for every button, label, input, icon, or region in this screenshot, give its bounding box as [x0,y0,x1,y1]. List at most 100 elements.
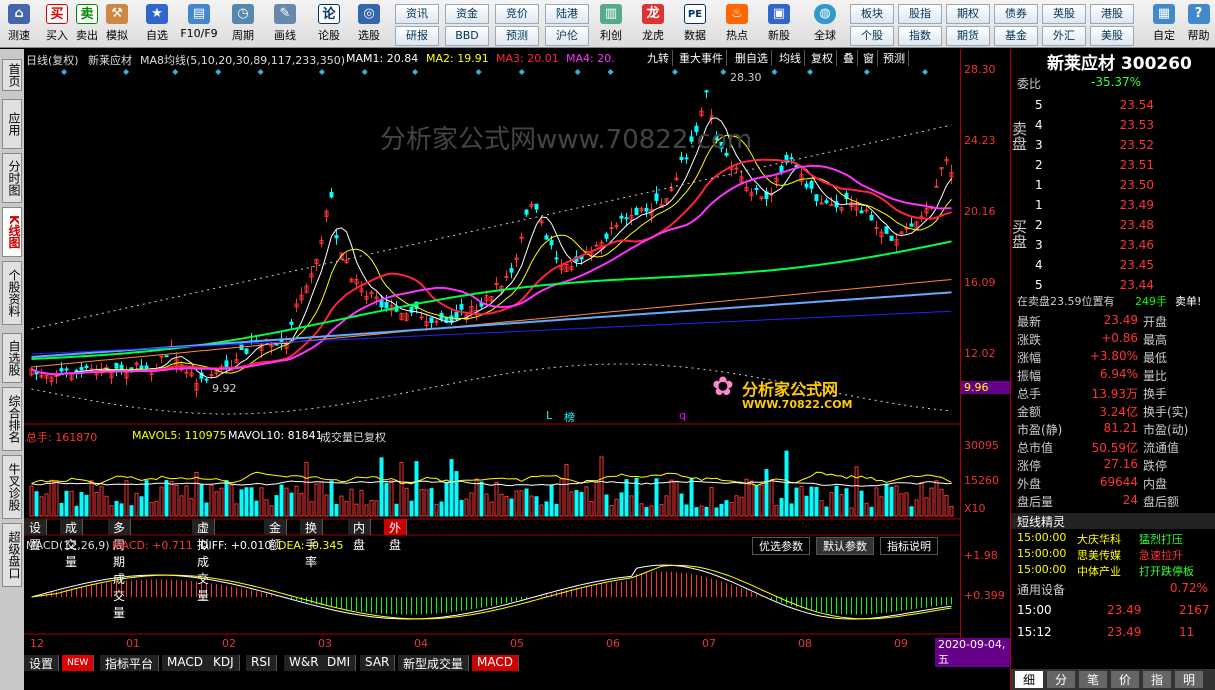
sub-tab-2[interactable]: 多周期成交量 [108,519,132,620]
short-line-item[interactable]: 15:00:00 大庆华科 猛烈打压 [1011,531,1215,548]
help-button[interactable]: ? 帮助 [1182,2,1215,46]
bid-row[interactable]: 2 23.48 [1011,218,1215,235]
bid-row[interactable]: 1 23.49 [1011,198,1215,215]
lichuang-button[interactable]: ▥ 利创 [592,2,630,46]
research-button[interactable]: 研报 [395,26,439,46]
candle-body [419,316,424,319]
tab-home[interactable]: 首页 [2,59,22,91]
indicator-tab-5[interactable]: RSI [246,655,277,671]
tab-stock-profile[interactable]: 个股资料 [2,261,22,325]
chart-btn-1[interactable]: 重大事件 [676,50,727,66]
options-button[interactable]: 期权 [946,4,990,24]
panel-tab-4[interactable]: 指 [1143,671,1171,688]
discuss-button[interactable]: 论论股 [310,2,348,46]
kline-chart-area[interactable]: 日线(复权) 新莱应材 MA8均线(5,10,20,30,89,117,233,… [24,49,960,653]
hk-stocks-button[interactable]: 港股 [1090,4,1134,24]
speed-test-button[interactable]: ⌂ 测速 [0,2,38,46]
tab-apps[interactable]: 应用 [2,99,22,149]
ipo-button[interactable]: ▣ 新股 [760,2,798,46]
index-futures-button[interactable]: 股指 [898,4,942,24]
futures-button[interactable]: 期货 [946,26,990,46]
chart-btn-4[interactable]: 复权 [808,50,837,66]
dragon-tiger-button[interactable]: 龙龙虎 [634,2,672,46]
us-stocks-button[interactable]: 美股 [1090,26,1134,46]
macd-btn-1[interactable]: 默认参数 [816,537,874,555]
sub-tab-0[interactable]: 设置 [24,519,48,552]
bbd-button[interactable]: BBD [445,26,489,46]
macd-btn-0[interactable]: 优选参数 [752,537,810,555]
sub-tab-3[interactable]: 虚拟成交量 [192,519,216,603]
vol-total: 总手: 161870 [26,431,98,444]
sub-tab-7[interactable]: 外盘 [384,519,408,552]
period-button[interactable]: ◷ 周期 [224,2,262,46]
single-stock-button[interactable]: 个股 [850,26,894,46]
indicator-tab-9[interactable]: 新型成交量 [398,655,470,671]
shanghai-london-button[interactable]: 沪伦 [545,26,589,46]
panel-tab-2[interactable]: 笔 [1079,671,1107,688]
info-button[interactable]: 资讯 [395,4,439,24]
forecast-button[interactable]: 预测 [495,26,539,46]
bid-row[interactable]: 3 23.46 [1011,238,1215,255]
fund-button[interactable]: 资金 [445,4,489,24]
hotspot-button[interactable]: ♨ 热点 [718,2,756,46]
indicator-tab-8[interactable]: SAR [360,655,396,671]
ask-row[interactable]: 2 23.51 [1011,158,1215,175]
short-line-item[interactable]: 15:00:00 思美传媒 急速拉升 [1011,547,1215,564]
draw-line-button[interactable]: ✎ 画线 [266,2,304,46]
indicator-tab-4[interactable]: KDJ [208,655,240,671]
ask-row[interactable]: 3 23.52 [1011,138,1215,155]
uk-stocks-button[interactable]: 英股 [1042,4,1086,24]
ask-row[interactable]: 4 23.53 [1011,118,1215,135]
ask-price: 23.52 [1119,138,1154,152]
customize-button[interactable]: ▦ 自定 [1145,2,1183,46]
bid-row[interactable]: 4 23.45 [1011,258,1215,275]
global-button[interactable]: ◍ 全球 [806,2,844,46]
indicator-tab-0[interactable]: 设置 [24,655,60,671]
watchlist-button[interactable]: ★ 自选 [138,2,176,46]
sub-tab-6[interactable]: 内盘 [348,519,372,552]
indicator-tab-10[interactable]: MACD [472,655,519,671]
ask-row[interactable]: 5 23.54 [1011,98,1215,115]
tab-super-orderbook[interactable]: 超级盘口 [2,523,22,587]
tab-timeshare[interactable]: 分时图 [2,153,22,203]
tab-ranking[interactable]: 综合排名 [2,387,22,451]
chart-btn-7[interactable]: 预测 [880,50,909,66]
tab-kline[interactable]: K线图 [2,207,22,257]
sub-tab-5[interactable]: 换手率 [300,519,324,569]
indicator-tab-3[interactable]: MACD [162,655,209,671]
bonds-button[interactable]: 债券 [994,4,1038,24]
hk-connect-button[interactable]: 陆港 [545,4,589,24]
fund-market-button[interactable]: 基金 [994,26,1038,46]
short-line-item[interactable]: 15:00:00 中体产业 打开跌停板 [1011,563,1215,580]
simulate-button[interactable]: ⚒ 模拟 [98,2,136,46]
chart-btn-5[interactable]: 叠 [840,50,858,66]
forex-button[interactable]: 外汇 [1042,26,1086,46]
panel-tab-1[interactable]: 分 [1047,671,1075,688]
sub-tab-4[interactable]: 金额 [264,519,288,552]
panel-tab-0[interactable]: 细 [1015,671,1043,688]
panel-tab-3[interactable]: 价 [1111,671,1139,688]
indicator-tab-2[interactable]: 指标平台 [100,655,160,671]
chart-btn-0[interactable]: 九转 [644,50,673,66]
indicator-tab-7[interactable]: DMI [322,655,357,671]
short-line-title[interactable]: 短线精灵 [1011,513,1215,529]
macd-btn-2[interactable]: 指标说明 [880,537,938,555]
sector-button[interactable]: 板块 [850,4,894,24]
indices-button[interactable]: 指数 [898,26,942,46]
chart-btn-3[interactable]: 均线 [776,50,805,66]
stat-row: 振幅 6.94% 量比 [1011,367,1215,384]
auction-button[interactable]: 竞价 [495,4,539,24]
panel-tab-5[interactable]: 明 [1175,671,1203,688]
sub-tab-1[interactable]: 成交量 [60,519,84,569]
indicator-tab-1[interactable]: NEW [62,655,95,671]
indicator-tab-6[interactable]: W&R [284,655,325,671]
chart-btn-6[interactable]: 窗 [860,50,878,66]
stat-label-right: 盘后额 [1143,495,1180,509]
ask-row[interactable]: 1 23.50 [1011,178,1215,195]
stock-picker-button[interactable]: ◎ 选股 [350,2,388,46]
f10-button[interactable]: ▤ F10/F9 [176,2,222,46]
tab-diagnosis[interactable]: 牛叉诊股 [2,455,22,519]
tab-watchlist[interactable]: 自选股 [2,333,22,383]
chart-btn-2[interactable]: 删自选 [732,50,772,66]
data-button[interactable]: PE 数据 [676,2,714,46]
